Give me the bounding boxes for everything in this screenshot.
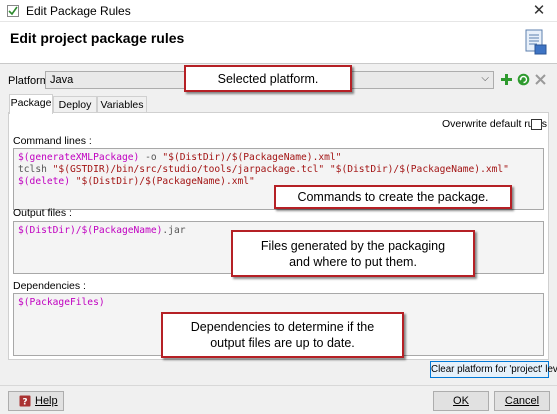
code-line: $(PackageFiles) — [18, 297, 105, 308]
callout-selected-platform: Selected platform. — [184, 65, 352, 92]
svg-text:?: ? — [22, 398, 27, 408]
help-icon: ? — [19, 395, 31, 407]
chevron-down-icon: ⌵ — [481, 73, 489, 84]
ok-button-label: OK — [453, 395, 469, 407]
callout-dependencies: Dependencies to determine if the output … — [161, 312, 404, 358]
ok-button[interactable]: OK — [433, 391, 489, 411]
code-line: tclsh "$(GSTDIR)/bin/src/studio/tools/ja… — [18, 164, 509, 175]
cancel-button[interactable]: Cancel — [494, 391, 550, 411]
command-lines-label: Command lines : — [13, 135, 92, 147]
app-icon — [7, 5, 19, 17]
tab-deploy[interactable]: Deploy — [53, 96, 97, 113]
help-button[interactable]: ? Help — [8, 391, 64, 411]
add-icon[interactable] — [500, 73, 513, 86]
overwrite-default-rules-checkbox[interactable] — [531, 119, 542, 130]
tab-package[interactable]: Package — [9, 94, 53, 114]
dependencies-label: Dependencies : — [13, 280, 86, 292]
dialog-header: Edit project package rules — [0, 22, 557, 64]
rules-document-icon — [525, 29, 547, 55]
code-line: $(generateXMLPackage) -o "$(DistDir)/$(P… — [18, 152, 342, 163]
refresh-icon[interactable] — [517, 73, 530, 86]
clear-platform-button[interactable]: Clear platform for 'project' level — [430, 361, 557, 378]
callout-output-files: Files generated by the packaging and whe… — [231, 230, 475, 277]
title-bar: Edit Package Rules ✕ — [0, 0, 557, 22]
platform-value: Java — [50, 74, 74, 86]
page-title: Edit project package rules — [10, 30, 185, 46]
callout-commands: Commands to create the package. — [274, 185, 512, 209]
window-title: Edit Package Rules — [26, 4, 131, 18]
help-button-label: Help — [35, 395, 58, 407]
close-icon[interactable]: ✕ — [527, 1, 551, 21]
cancel-button-label: Cancel — [504, 395, 540, 407]
tab-variables[interactable]: Variables — [97, 96, 147, 113]
output-files-label: Output files : — [13, 207, 72, 219]
delete-icon[interactable] — [534, 73, 547, 86]
